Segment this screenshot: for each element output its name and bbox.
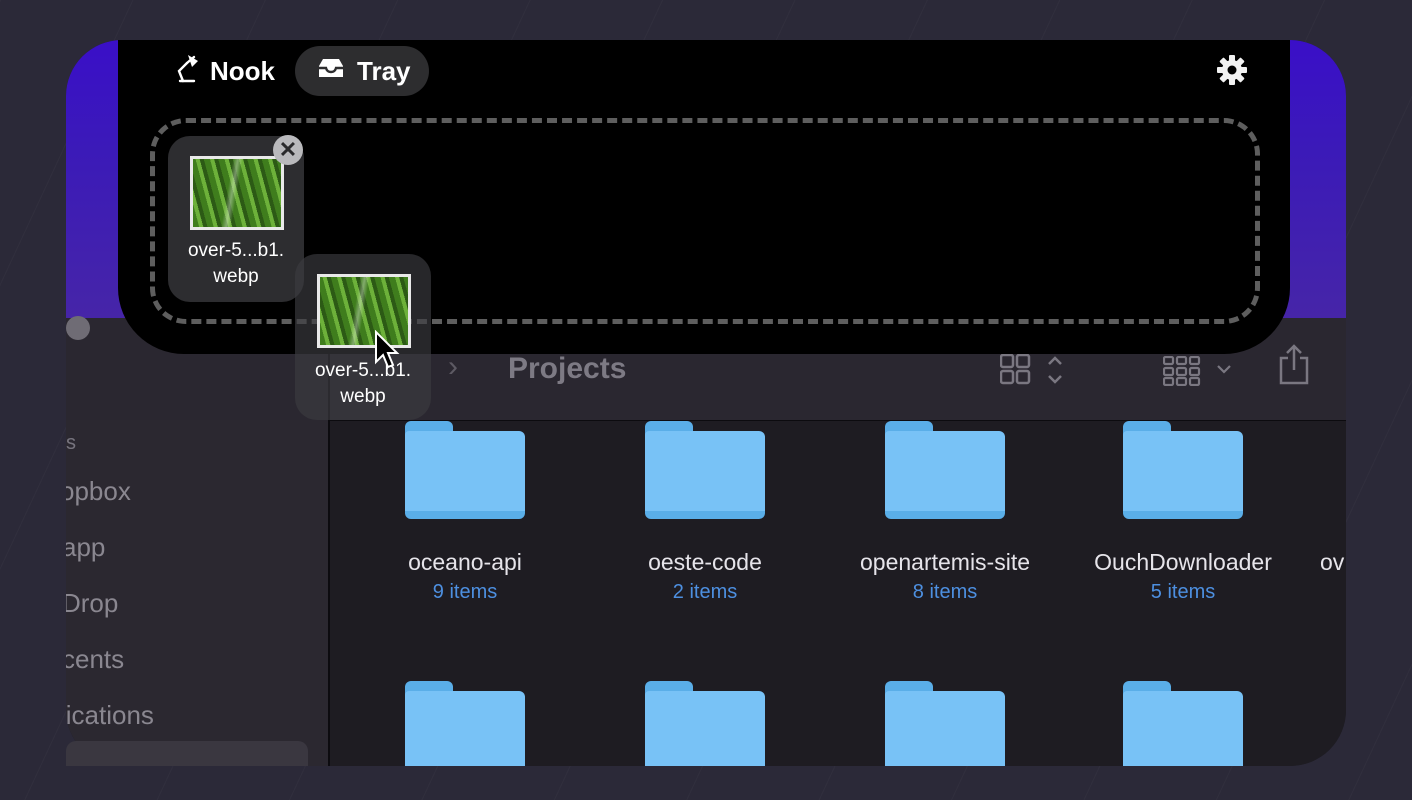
folder-name[interactable]: openartemis-site <box>825 549 1065 576</box>
folder-icon[interactable] <box>1123 421 1243 519</box>
cursor-arrow-icon <box>374 329 400 375</box>
sidebar-item-dropbox[interactable]: opbox <box>66 476 131 507</box>
folder-icon[interactable] <box>405 421 525 519</box>
dragged-file-name: over-5...b1. webp <box>314 360 412 407</box>
tab-nook[interactable]: Nook <box>168 46 281 96</box>
folder-name[interactable]: ov <box>1320 549 1346 576</box>
tab-tray-label: Tray <box>357 55 411 86</box>
close-icon[interactable]: ✕ <box>273 135 303 165</box>
lamp-icon <box>174 53 200 90</box>
sidebar-selected-item[interactable] <box>66 741 308 766</box>
folder-name[interactable]: oeste-code <box>585 549 825 576</box>
folder-name[interactable]: oceano-api <box>345 549 585 576</box>
sidebar-item-recents[interactable]: cents <box>66 644 124 675</box>
gear-icon[interactable] <box>1216 54 1248 91</box>
tray-icon <box>315 56 347 87</box>
folder-icon[interactable] <box>885 681 1005 766</box>
dragged-file-item[interactable]: over-5...b1. webp <box>295 254 431 420</box>
folder-item-count: 2 items <box>672 581 738 603</box>
folder-item-count: 8 items <box>912 581 978 603</box>
sidebar-item-airdrop[interactable]: Drop <box>66 588 118 619</box>
folder-item-count: 9 items <box>432 581 498 603</box>
folder-icon[interactable] <box>405 681 525 766</box>
folder-grid: oceano-api 9 items oeste-code 2 items op… <box>330 421 1346 766</box>
window-control-button[interactable] <box>66 316 90 340</box>
sidebar-list: opbox app Drop cents lications <box>66 470 266 766</box>
tab-nook-label: Nook <box>210 55 275 86</box>
sidebar-item-app[interactable]: app <box>66 532 105 563</box>
folder-icon[interactable] <box>885 421 1005 519</box>
group-by-icon[interactable] <box>1162 355 1239 391</box>
folder-icon[interactable] <box>1123 681 1243 766</box>
tab-tray[interactable]: Tray <box>295 46 429 96</box>
share-icon[interactable] <box>1278 344 1310 391</box>
folder-icon[interactable] <box>645 681 765 766</box>
folder-icon[interactable] <box>645 421 765 519</box>
image-thumbnail <box>190 156 284 230</box>
folder-name[interactable]: OuchDownloader <box>1063 549 1303 576</box>
breadcrumb-chevron-icon: › <box>448 350 458 383</box>
breadcrumb-title[interactable]: Projects <box>508 352 626 386</box>
sidebar-item-applications[interactable]: lications <box>66 700 154 731</box>
tray-file-name: over-5...b1. webp <box>187 240 285 287</box>
grid-view-icon[interactable] <box>999 353 1068 391</box>
sidebar-section-header: s <box>66 432 76 454</box>
folder-item-count: 5 items <box>1150 581 1216 603</box>
